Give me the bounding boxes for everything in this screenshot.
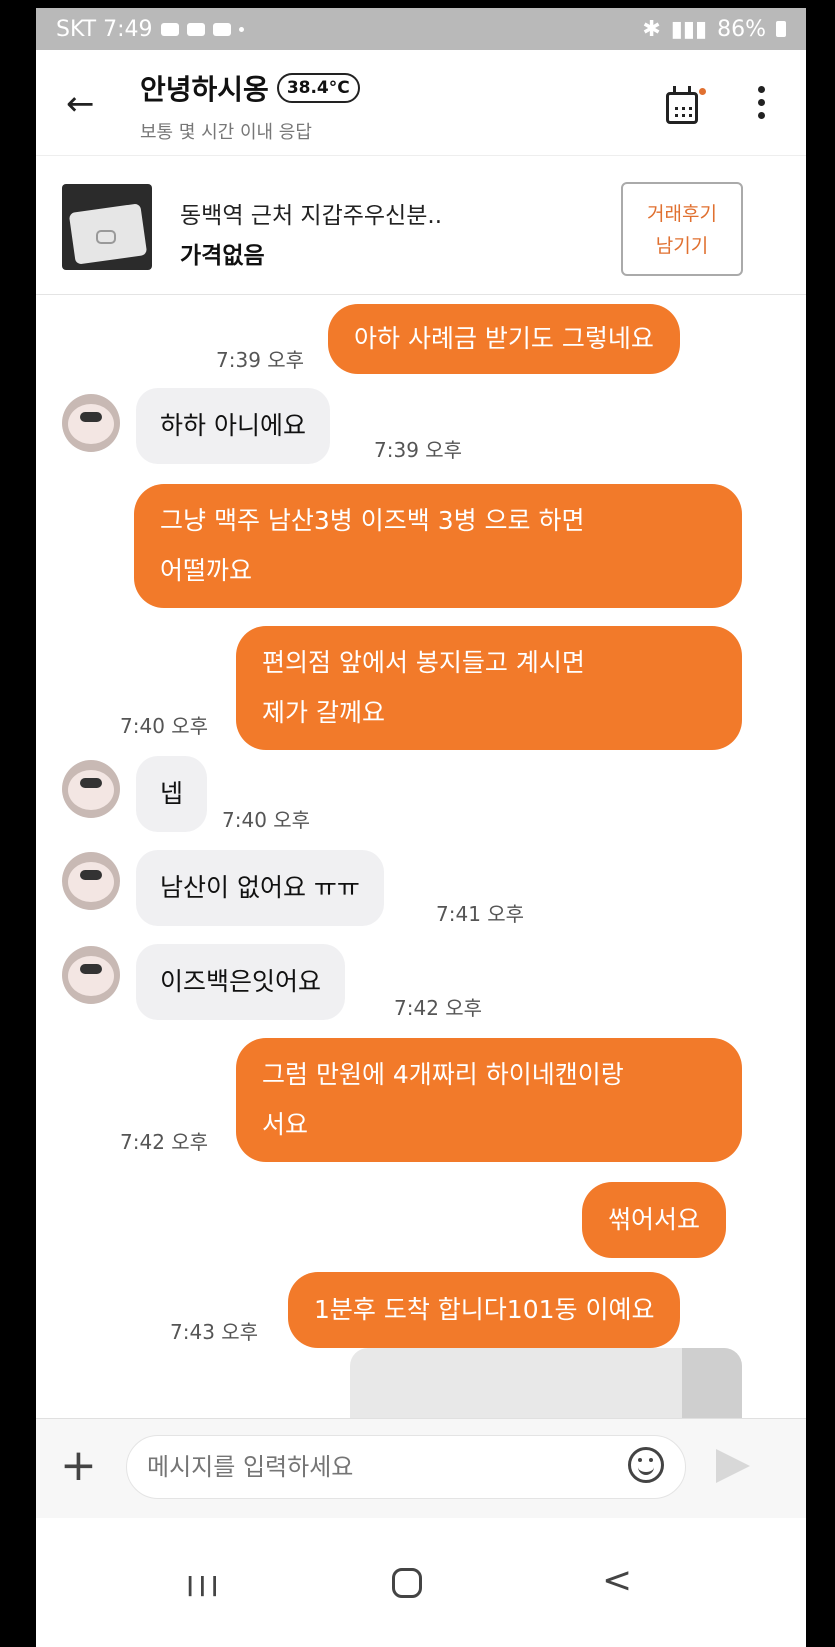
message-time: 7:40 오후 <box>120 714 209 738</box>
other-message-bubble: 이즈백은잇어요 <box>136 944 346 1020</box>
mail-icon <box>160 22 179 36</box>
message-time: 7:40 오후 <box>222 808 311 832</box>
plus-icon[interactable]: + <box>60 1441 97 1491</box>
other-message-bubble: 하하 아니에요 <box>136 388 330 464</box>
chat-partner-name: 안녕하시옹 <box>140 73 269 106</box>
notification-icon <box>212 22 231 36</box>
avatar[interactable] <box>62 394 120 452</box>
more-options-icon[interactable] <box>758 86 766 122</box>
battery-icon <box>776 21 786 37</box>
my-message-bubble: 1분후 도착 합니다101동 이예요 <box>288 1272 681 1348</box>
message-time: 7:42 오후 <box>120 1130 209 1154</box>
signal-icon: ▮▮▮ <box>670 16 708 42</box>
home-button[interactable] <box>392 1568 422 1598</box>
status-bar: SKT 7:49 ✱ ▮▮▮ 86% <box>36 8 806 50</box>
chat-area[interactable]: 아하 사례금 받기도 그렇네요 7:39 오후 하하 아니에요 7:39 오후 … <box>36 296 806 1418</box>
product-title: 동백역 근처 지갑주우신분.. <box>180 203 443 229</box>
battery-level: 86% <box>717 16 766 42</box>
recent-apps-button[interactable]: III <box>186 1570 223 1603</box>
back-arrow-icon[interactable]: ← <box>66 84 95 124</box>
write-review-button[interactable]: 거래후기 남기기 <box>621 182 743 276</box>
my-message-bubble: 아하 사례금 받기도 그렇네요 <box>328 304 680 374</box>
message-time: 7:42 오후 <box>394 996 483 1020</box>
my-message-bubble: 그냥 맥주 남산3병 이즈백 3병 으로 하면 어떨까요 <box>134 484 742 608</box>
phone-screen: SKT 7:49 ✱ ▮▮▮ 86% ← 안녕하시옹 38.4°C 보통 몇 시… <box>36 8 806 1647</box>
message-input-bar: + <box>36 1418 806 1518</box>
notification-icon <box>186 22 205 36</box>
my-message-bubble: 그럼 만원에 4개짜리 하이네캔이랑 서요 <box>236 1038 742 1162</box>
product-price: 가격없음 <box>180 243 265 269</box>
avatar[interactable] <box>62 760 120 818</box>
my-message-bubble: 편의점 앞에서 봉지들고 계시면 제가 갈께요 <box>236 626 742 750</box>
other-message-bubble: 넵 <box>136 756 208 832</box>
system-nav-bar: III < <box>36 1518 806 1647</box>
new-dot-icon <box>699 88 706 95</box>
avatar[interactable] <box>62 852 120 910</box>
message-time: 7:39 오후 <box>374 438 463 462</box>
photo-message[interactable] <box>350 1348 742 1418</box>
message-time: 7:43 오후 <box>170 1320 259 1344</box>
message-time: 7:41 오후 <box>436 902 525 926</box>
manner-temperature-badge[interactable]: 38.4°C <box>276 73 360 103</box>
bluetooth-icon: ✱ <box>642 16 661 42</box>
product-thumbnail[interactable] <box>62 184 152 270</box>
message-input[interactable] <box>126 1435 686 1499</box>
response-time-label: 보통 몇 시간 이내 응답 <box>140 122 312 143</box>
dot-icon <box>238 26 244 32</box>
other-message-bubble: 남산이 없어요 ㅠㅠ <box>136 850 384 926</box>
calendar-icon[interactable] <box>666 86 698 124</box>
message-time: 7:39 오후 <box>216 348 305 372</box>
carrier-time: SKT 7:49 <box>56 16 153 42</box>
chat-header: ← 안녕하시옹 38.4°C 보통 몇 시간 이내 응답 <box>36 50 806 155</box>
avatar[interactable] <box>62 946 120 1004</box>
product-bar[interactable]: 동백역 근처 지갑주우신분.. 가격없음 거래후기 남기기 <box>36 155 806 295</box>
send-icon[interactable] <box>716 1449 750 1483</box>
nav-back-button[interactable]: < <box>602 1560 632 1601</box>
emoji-icon[interactable] <box>628 1447 664 1483</box>
my-message-bubble: 썪어서요 <box>582 1182 727 1258</box>
